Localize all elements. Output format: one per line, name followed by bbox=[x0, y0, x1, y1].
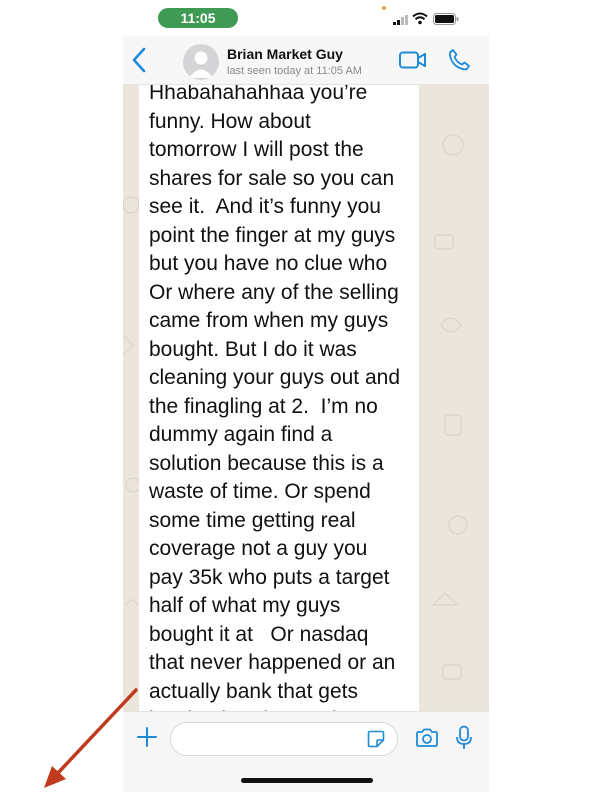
message-line: tomorrow I will post the bbox=[149, 138, 364, 161]
phone-call-icon[interactable] bbox=[447, 48, 471, 72]
plus-icon[interactable] bbox=[136, 726, 158, 748]
chat-area[interactable]: Hhabahahahhaa you’re funny. How about tomo… bbox=[123, 85, 489, 711]
back-chevron-icon[interactable] bbox=[129, 46, 151, 74]
status-time: 11:05 bbox=[158, 8, 238, 28]
message-line: solution because this is a bbox=[149, 451, 384, 475]
wifi-icon bbox=[412, 12, 428, 25]
status-bar: 11:05 bbox=[123, 0, 489, 36]
message-input-bar bbox=[123, 711, 489, 792]
signal-icon bbox=[393, 15, 408, 25]
privacy-indicator-icon bbox=[382, 6, 386, 10]
message-text: Hhabahahahhaa you’re funny. How about tomo… bbox=[149, 85, 414, 711]
battery-icon bbox=[433, 13, 459, 25]
contact-name[interactable]: Brian Market Guy bbox=[227, 46, 343, 62]
message-line: that never happened or an bbox=[149, 651, 396, 674]
person-icon bbox=[189, 51, 213, 78]
message-line: came from when my guys bbox=[149, 309, 389, 332]
message-line: dummy again find a bbox=[149, 423, 333, 446]
message-line: waste of time. Or spend bbox=[149, 480, 371, 503]
chat-header: Brian Market Guy last seen today at 11:0… bbox=[123, 36, 489, 85]
sticker-icon[interactable] bbox=[367, 730, 385, 748]
message-line: coverage not a guy you bbox=[149, 537, 368, 560]
message-line: bought it at Or nasdaq bbox=[149, 622, 369, 646]
message-line: actually bank that gets bbox=[149, 679, 358, 703]
message-line: Or where any of the selling bbox=[149, 280, 399, 304]
home-indicator bbox=[241, 778, 373, 783]
message-line: funny. How about bbox=[149, 109, 311, 133]
phone-screen: 11:05 Brian Market Guy last seen today a… bbox=[123, 0, 489, 792]
avatar[interactable] bbox=[183, 44, 219, 80]
message-line: Hhabahahahhaa you’re bbox=[149, 85, 368, 104]
microphone-icon[interactable] bbox=[455, 725, 473, 751]
message-line: but you have no clue who bbox=[149, 252, 388, 275]
message-line: shares for sale so you can bbox=[149, 166, 395, 190]
message-line: the finagling at 2. I’m no bbox=[149, 394, 378, 418]
message-line: pay 35k who puts a target bbox=[149, 565, 390, 589]
camera-icon[interactable] bbox=[415, 728, 439, 748]
message-line: some time getting real bbox=[149, 508, 356, 532]
message-line: cleaning your guys out and bbox=[149, 366, 401, 389]
message-bubble[interactable]: Hhabahahahhaa you’re funny. How about tomo… bbox=[139, 85, 419, 711]
message-line: half of what my guys bbox=[149, 594, 341, 617]
message-input[interactable] bbox=[170, 722, 398, 756]
last-seen-status: last seen today at 11:05 AM bbox=[227, 65, 362, 77]
message-line: see it. And it’s funny you bbox=[149, 195, 381, 218]
video-call-icon[interactable] bbox=[399, 51, 427, 69]
message-line: bought. But I do it was bbox=[149, 337, 357, 361]
message-line: point the finger at my guys bbox=[149, 223, 396, 247]
